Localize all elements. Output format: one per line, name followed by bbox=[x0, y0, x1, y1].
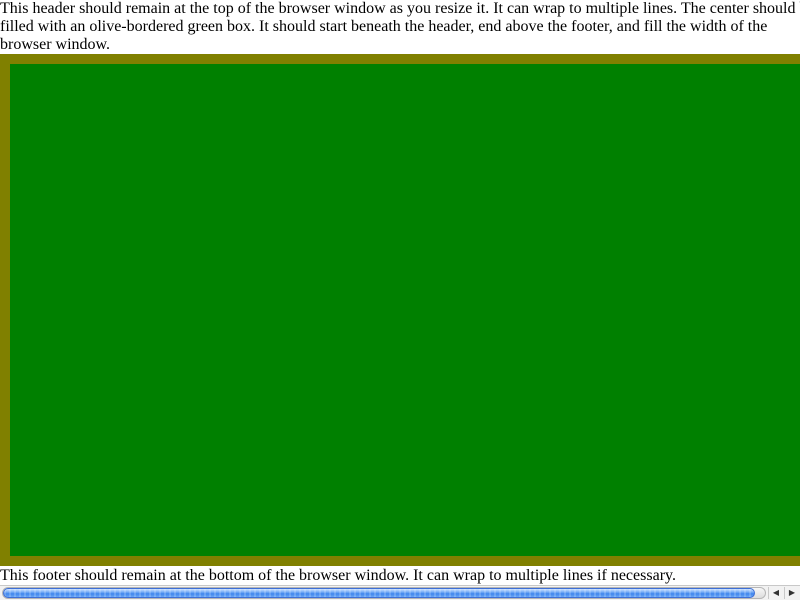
scroll-left-arrow-icon[interactable]: ◀ bbox=[768, 587, 783, 599]
scroll-right-arrow-icon[interactable]: ▶ bbox=[784, 587, 799, 599]
page-footer: This footer should remain at the bottom … bbox=[0, 567, 676, 584]
header-line-2: filled with an olive-bordered green box.… bbox=[0, 18, 768, 35]
green-box bbox=[0, 54, 800, 566]
scrollbar-thumb[interactable] bbox=[3, 588, 755, 598]
horizontal-scrollbar[interactable]: ◀ ▶ bbox=[0, 585, 800, 600]
header-line-3: browser window. bbox=[0, 36, 111, 53]
header-line-1: This header should remain at the top of … bbox=[0, 0, 800, 17]
page-header: This header should remain at the top of … bbox=[0, 0, 800, 54]
